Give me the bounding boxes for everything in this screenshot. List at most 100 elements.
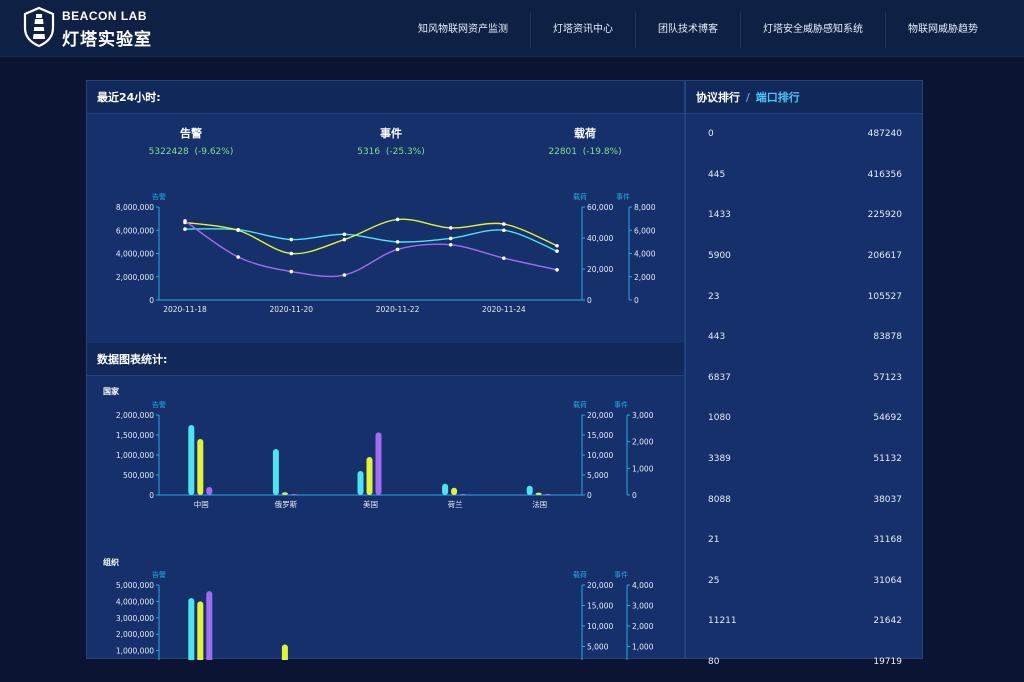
left-tick-label: 8,000,000 bbox=[116, 203, 154, 212]
data-point bbox=[448, 226, 453, 230]
x-category-label: 中国 bbox=[194, 499, 209, 509]
nav-item-threat-trends[interactable]: 物联网威胁趋势 bbox=[885, 12, 1000, 48]
bar bbox=[290, 494, 297, 495]
right-axis-label-event: 事件 bbox=[616, 192, 630, 201]
lighthouse-logo-icon bbox=[23, 6, 55, 48]
right-tick-label: 8,000 bbox=[634, 203, 656, 212]
left-tick-label: 4,000,000 bbox=[116, 597, 154, 606]
stat-alarm-label: 告警 bbox=[180, 127, 202, 140]
left-tick-label: 1,500,000 bbox=[116, 431, 154, 440]
brand-name-en: BEACON LAB bbox=[62, 9, 147, 23]
series-line bbox=[184, 218, 558, 255]
port-number: 23 bbox=[708, 291, 720, 302]
data-point bbox=[289, 269, 294, 274]
bar bbox=[375, 432, 382, 495]
data-point bbox=[555, 243, 559, 248]
port-count: 487240 bbox=[867, 129, 902, 140]
x-tick-label: 2020-11-24 bbox=[482, 305, 526, 314]
port-number: 6837 bbox=[708, 372, 731, 383]
table-row: 6837 57123 bbox=[686, 358, 924, 399]
port-number: 1433 bbox=[708, 210, 731, 221]
table-row: 1433 225920 bbox=[686, 195, 924, 236]
left-tick-label: 1,000,000 bbox=[116, 451, 154, 460]
tab-port-ranking[interactable]: 端口排行 bbox=[756, 91, 800, 104]
stat-payload-label: 载荷 bbox=[574, 127, 596, 140]
bar bbox=[281, 644, 288, 660]
brand-name-cn: 灯塔实验室 bbox=[62, 30, 152, 50]
bar bbox=[442, 483, 449, 495]
port-count: 83878 bbox=[873, 332, 902, 343]
right-tick-label: 2,000 bbox=[632, 438, 654, 447]
data-point bbox=[289, 251, 294, 256]
right-axis-label-payload: 载荷 bbox=[573, 570, 587, 579]
port-number: 443 bbox=[708, 332, 726, 343]
ranking-tabs: 协议排行 / 端口排行 bbox=[696, 81, 800, 114]
data-point bbox=[395, 247, 400, 252]
bar bbox=[281, 492, 288, 495]
bar bbox=[188, 425, 195, 495]
data-point bbox=[342, 273, 347, 277]
ranking-panel: 协议排行 / 端口排行 0 487240 445 416356 1433 225920 5900… bbox=[685, 80, 923, 667]
nav-item-asset-monitor[interactable]: 知风物联网资产监测 bbox=[396, 12, 530, 48]
table-row: 23 105527 bbox=[686, 276, 924, 317]
left-tick-label: 2,000,000 bbox=[116, 411, 154, 420]
trend-line-chart: 告警 8,000,000 6,000,000 4,000,000 2,000,000 0 载… bbox=[116, 192, 656, 314]
table-row: 25 31064 bbox=[686, 561, 924, 602]
right-axis-label-payload: 载荷 bbox=[573, 192, 587, 201]
right-tick-label: 3,000 bbox=[632, 602, 654, 611]
left-tick-label: 0 bbox=[149, 296, 154, 305]
table-row: 5900 206617 bbox=[686, 236, 924, 277]
port-count: 31064 bbox=[873, 575, 902, 586]
left-tick-label: 1,000,000 bbox=[116, 647, 154, 656]
left-tick-label: 2,000,000 bbox=[116, 630, 154, 639]
series-line bbox=[184, 228, 558, 252]
bar bbox=[366, 457, 373, 495]
bar bbox=[526, 485, 533, 495]
data-point bbox=[236, 228, 240, 233]
right-tick-label: 1,000 bbox=[632, 464, 654, 473]
top-navigation-bar: BEACON LAB 灯塔实验室 知风物联网资产监测 灯塔资讯中心 团队技术博客… bbox=[0, 0, 1024, 57]
table-row: 443 83878 bbox=[686, 317, 924, 358]
main-nav: 知风物联网资产监测 灯塔资讯中心 团队技术博客 灯塔安全威胁感知系统 物联网威胁… bbox=[396, 12, 1000, 48]
right-tick-label: 5,000 bbox=[587, 471, 609, 480]
port-number: 445 bbox=[708, 169, 726, 180]
stat-event-value: 5316 bbox=[357, 147, 381, 157]
stat-alarm: 告警 5322428 (-9.62%) bbox=[111, 125, 271, 157]
left-axis-label: 告警 bbox=[152, 400, 166, 409]
right-tick-label: 15,000 bbox=[587, 431, 613, 440]
bar bbox=[544, 493, 551, 495]
right-tick-label: 0 bbox=[634, 296, 639, 305]
right-tick-label: 0 bbox=[587, 296, 592, 305]
data-point bbox=[342, 232, 347, 237]
tab-protocol-ranking[interactable]: 协议排行 bbox=[696, 91, 740, 104]
x-tick-label: 2020-11-20 bbox=[269, 305, 313, 314]
left-tick-label: 3,000,000 bbox=[116, 614, 154, 623]
right-tick-label: 60,000 bbox=[587, 203, 613, 212]
data-point bbox=[236, 255, 240, 259]
right-axis-label-event: 事件 bbox=[614, 400, 628, 409]
left-tick-label: 0 bbox=[149, 491, 154, 500]
port-count: 31168 bbox=[873, 535, 902, 546]
nav-item-tech-blog[interactable]: 团队技术博客 bbox=[635, 12, 740, 48]
right-tick-label: 3,000 bbox=[632, 411, 654, 420]
stat-payload-change: (-19.8%) bbox=[582, 147, 622, 157]
data-point bbox=[502, 256, 506, 260]
nav-item-news-center[interactable]: 灯塔资讯中心 bbox=[530, 12, 635, 48]
port-count: 54692 bbox=[873, 413, 902, 424]
series-line bbox=[184, 220, 558, 278]
stat-event-change: (-25.3%) bbox=[385, 147, 425, 157]
country-bar-chart: 告警2,000,0001,500,0001,000,000500,0000载荷2… bbox=[116, 400, 654, 509]
port-number: 25 bbox=[708, 575, 720, 586]
right-tick-label: 0 bbox=[632, 491, 637, 500]
port-number: 0 bbox=[708, 129, 714, 140]
left-tick-label: 2,000,000 bbox=[116, 273, 154, 282]
table-row: 3389 51132 bbox=[686, 439, 924, 480]
port-number: 3389 bbox=[708, 454, 731, 465]
port-number: 8088 bbox=[708, 494, 731, 505]
last-24h-title: 最近24小时: bbox=[87, 81, 684, 114]
port-ranking-list: 0 487240 445 416356 1433 225920 5900 206617 23 10… bbox=[686, 114, 924, 682]
right-tick-label: 15,000 bbox=[587, 602, 613, 611]
bar bbox=[188, 598, 195, 660]
nav-item-threat-perception[interactable]: 灯塔安全威胁感知系统 bbox=[740, 12, 885, 48]
beacon-lab-logo[interactable]: BEACON LAB 灯塔实验室 bbox=[22, 6, 162, 50]
